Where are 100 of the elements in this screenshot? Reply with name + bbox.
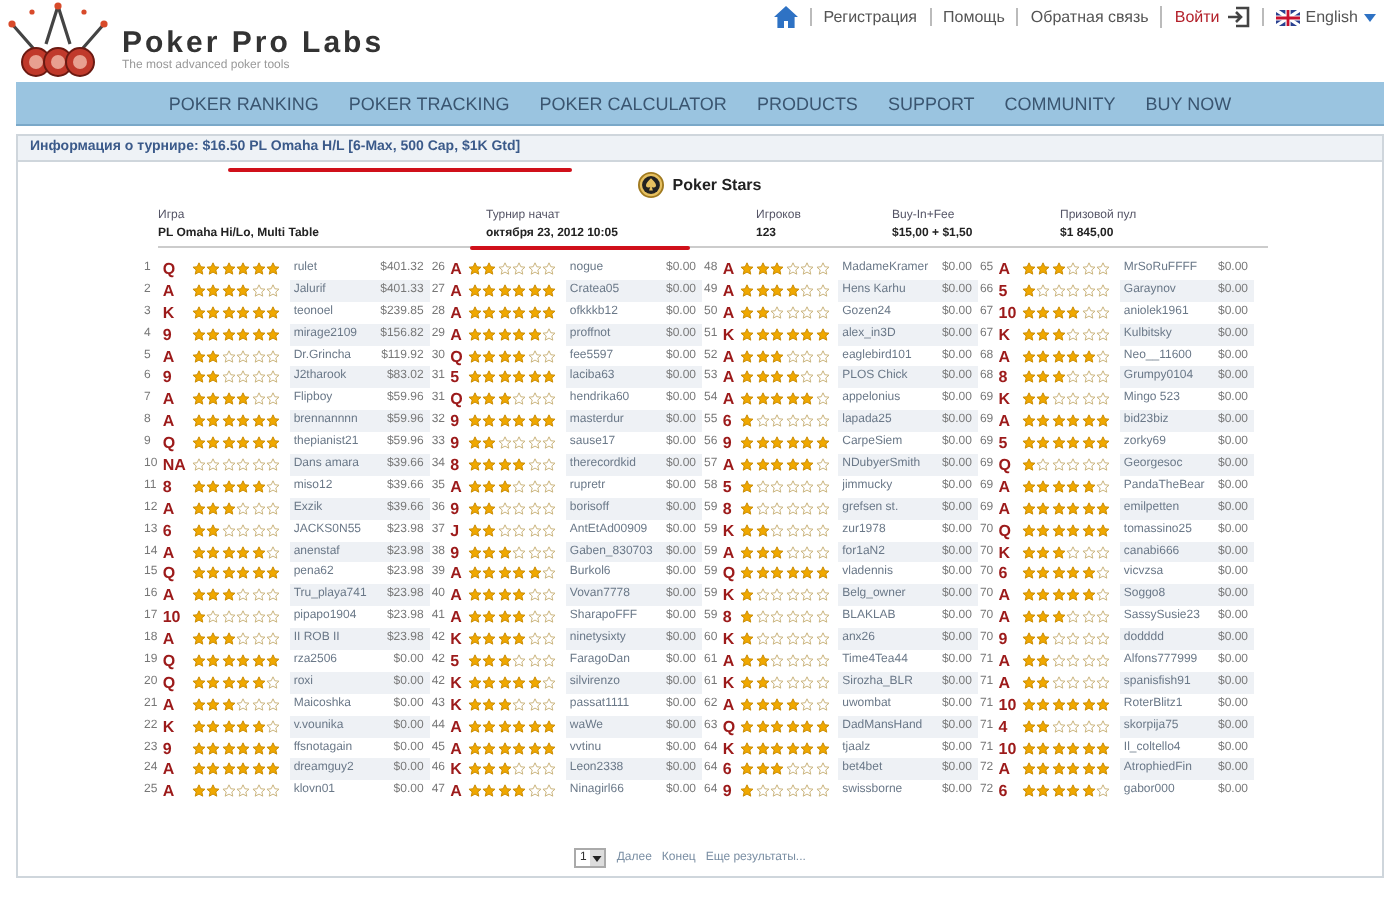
card-rank: A	[720, 454, 737, 476]
card-rank: 9	[720, 432, 734, 455]
card-rank: 5	[996, 279, 1010, 302]
card-rank: A	[720, 388, 737, 411]
card-rank: Q	[160, 258, 178, 280]
card-rank: A	[720, 258, 737, 280]
nav-item[interactable]: POKER TRACKING	[348, 93, 510, 113]
card-rank: 6	[720, 410, 734, 433]
card-rank: A	[448, 737, 464, 759]
card-rank: 8	[160, 475, 174, 498]
card-rank: A	[720, 693, 737, 716]
card-rank: 10	[996, 693, 1019, 716]
card-rank: K	[720, 671, 737, 694]
home-icon[interactable]	[773, 6, 798, 28]
card-rank: A	[160, 410, 177, 433]
card-rank: 9	[160, 366, 174, 389]
nav-item[interactable]: POKER RANKING	[168, 93, 319, 113]
card-rank: A	[448, 562, 464, 585]
card-rank: A	[996, 475, 1013, 498]
card-rank: 9	[448, 410, 462, 433]
card-rank: 5	[448, 650, 462, 672]
card-rank: A	[160, 693, 177, 716]
card-rank: K	[720, 584, 737, 607]
card-rank: Q	[448, 388, 465, 411]
nav-item[interactable]: SUPPORT	[887, 93, 975, 113]
card-rank: A	[996, 258, 1013, 280]
card-rank: J	[448, 519, 462, 542]
card-rank: A	[160, 541, 177, 563]
card-rank: 8	[448, 454, 462, 476]
card-rank: A	[160, 584, 177, 607]
card-rank: A	[996, 584, 1013, 607]
site-name: Poker Stars	[672, 176, 762, 194]
language-selector[interactable]: English	[1305, 8, 1358, 26]
card-rank: A	[996, 345, 1013, 367]
caret-icon[interactable]	[592, 855, 603, 862]
card-rank: 8	[996, 366, 1010, 389]
card-rank: 9	[996, 628, 1010, 651]
card-rank: K	[448, 758, 464, 781]
card-rank: A	[996, 758, 1013, 781]
card-rank: Q	[448, 345, 465, 367]
card-rank: 5	[720, 475, 734, 498]
card-rank: NA	[160, 454, 188, 476]
card-rank: K	[996, 541, 1013, 563]
card-rank: 10	[160, 606, 183, 629]
card-rank: Q	[160, 650, 178, 672]
nav-item[interactable]: BUY NOW	[1145, 93, 1232, 113]
card-rank: A	[720, 345, 737, 367]
card-rank: A	[996, 671, 1013, 694]
card-rank: A	[996, 497, 1013, 520]
card-rank: 6	[996, 562, 1010, 585]
card-rank: K	[720, 519, 737, 542]
login-icon[interactable]	[1225, 6, 1250, 28]
card-rank: A	[720, 541, 737, 563]
card-rank: 10	[996, 737, 1019, 759]
card-rank: A	[448, 606, 464, 629]
card-rank: A	[160, 279, 177, 302]
card-rank: K	[720, 737, 737, 759]
card-rank: K	[720, 323, 737, 346]
card-rank: A	[720, 650, 737, 672]
card-rank: 9	[720, 780, 734, 803]
nav-item[interactable]: COMMUNITY	[1004, 93, 1116, 113]
header-link[interactable]: Помощь	[929, 8, 1017, 26]
card-rank: A	[996, 650, 1013, 672]
card-rank: A	[448, 279, 464, 302]
card-rank: Q	[160, 562, 178, 585]
nav-item[interactable]: PRODUCTS	[756, 93, 858, 113]
card-rank: 9	[160, 323, 174, 346]
card-rank: Q	[996, 454, 1014, 476]
card-rank: 9	[448, 541, 462, 563]
card-rank: K	[996, 323, 1013, 346]
card-rank: Q	[160, 432, 178, 455]
card-rank: K	[448, 693, 464, 716]
site-title: Poker Pro Labs	[122, 28, 385, 60]
header-link[interactable]: Регистрация	[809, 8, 929, 26]
card-rank: A	[448, 584, 464, 607]
card-rank: 9	[448, 497, 462, 520]
card-rank: A	[448, 258, 464, 280]
card-rank: 8	[720, 606, 734, 629]
card-rank: A	[160, 345, 177, 367]
login-link[interactable]: Войти	[1174, 8, 1220, 26]
card-rank: A	[160, 780, 177, 803]
card-rank: A	[160, 497, 177, 520]
nav-item[interactable]: POKER CALCULATOR	[539, 93, 727, 113]
card-rank: A	[448, 475, 464, 498]
card-rank: 6	[996, 780, 1010, 803]
card-rank: 9	[160, 737, 174, 759]
header-link[interactable]: Обратная связь	[1016, 8, 1161, 26]
card-rank: K	[720, 628, 737, 651]
spade-logo-icon	[638, 172, 665, 198]
card-rank: A	[720, 279, 737, 302]
card-rank: K	[448, 628, 464, 651]
flag-icon[interactable]	[1275, 9, 1300, 25]
card-rank: 5	[996, 432, 1010, 455]
card-rank: A	[448, 780, 464, 803]
card-rank: Q	[160, 671, 178, 694]
card-rank: 10	[996, 301, 1019, 324]
card-rank: A	[448, 323, 464, 346]
card-rank: Q	[720, 715, 738, 738]
card-rank: K	[160, 715, 177, 738]
card-rank: A	[996, 606, 1013, 629]
